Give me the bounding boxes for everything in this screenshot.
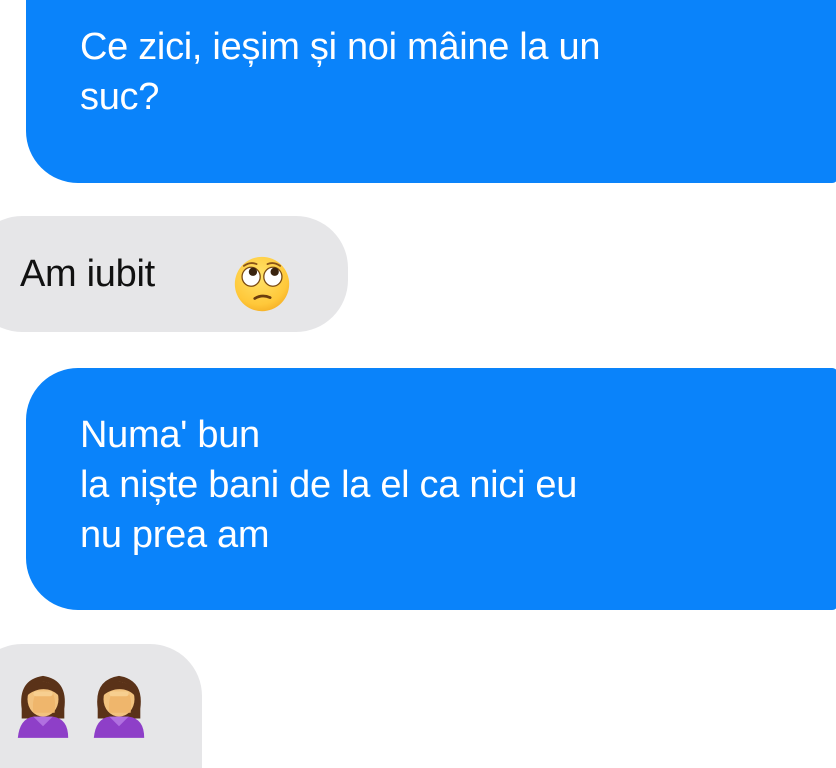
incoming-message-bubble[interactable]: Am iubit — [0, 216, 348, 332]
message-thread: Ce zici, ieșim și noi mâine la un suc? A… — [0, 0, 836, 768]
outgoing-message-bubble[interactable]: Ce zici, ieșim și noi mâine la un suc? — [26, 0, 836, 183]
message-text-line: suc? — [80, 76, 160, 118]
message-text-line: nu prea am — [80, 514, 270, 556]
message-text-line: Ce zici, ieșim și noi mâine la un — [80, 26, 601, 68]
message-text: Am iubit — [20, 253, 155, 295]
message-text-line: la niște bani de la el ca nici eu — [80, 464, 578, 506]
message-text-line: Numa' bun — [80, 414, 260, 456]
outgoing-message-bubble[interactable]: Numa' bun la niște bani de la el ca nici… — [26, 368, 836, 610]
woman-facepalming-icon — [17, 675, 69, 738]
face-with-rolling-eyes-icon — [234, 256, 290, 312]
woman-facepalming-icon — [93, 675, 145, 738]
